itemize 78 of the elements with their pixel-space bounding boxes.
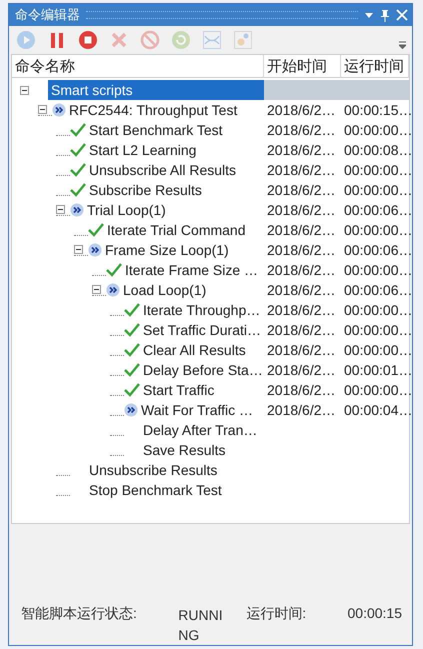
tree-item[interactable]: Subscribe Results bbox=[86, 180, 205, 200]
table-cell-text: 00:00:06… bbox=[343, 281, 412, 300]
chart-icon bbox=[202, 30, 222, 50]
delete-icon bbox=[110, 31, 128, 49]
column-header[interactable]: 命令名称 bbox=[12, 55, 264, 78]
refresh-icon bbox=[171, 30, 191, 50]
table-cell-text: 2018/6/2… bbox=[266, 201, 336, 220]
table-cell-text: 2018/6/2… bbox=[266, 381, 336, 400]
table-cell-text: 2018/6/2… bbox=[266, 221, 336, 240]
tree-item[interactable]: Start L2 Learning bbox=[86, 140, 200, 160]
cancel-icon bbox=[140, 30, 160, 50]
table-cell-text: 2018/6/2… bbox=[266, 141, 336, 160]
table-cell-text: 2018/6/2… bbox=[266, 101, 336, 120]
pin-icon[interactable] bbox=[380, 8, 390, 22]
table-cell-text: 00:00:06… bbox=[343, 201, 412, 220]
table-cell-text: 00:00:08… bbox=[343, 141, 412, 160]
collapse-icon[interactable] bbox=[56, 205, 65, 214]
table-cell-text: 2018/6/2… bbox=[266, 341, 336, 360]
tree-item[interactable]: Iterate Frame Size … bbox=[122, 260, 262, 280]
tree-item[interactable]: Stop Benchmark Test bbox=[86, 480, 225, 500]
table-cell-text: 2018/6/2… bbox=[266, 321, 336, 340]
table-cell-text: 00:00:15… bbox=[343, 101, 412, 120]
tree-item[interactable]: Start Traffic bbox=[140, 380, 218, 400]
table-cell-text: 2018/6/2… bbox=[266, 301, 336, 320]
title-bar-grip[interactable] bbox=[86, 11, 358, 19]
tree-item[interactable]: Load Loop(1) bbox=[120, 280, 210, 300]
collapse-icon[interactable] bbox=[20, 86, 29, 94]
tree-item[interactable]: Save Results bbox=[140, 440, 228, 460]
tree-item[interactable]: RFC2544: Throughput Test bbox=[66, 100, 240, 120]
tree-item[interactable]: Smart scripts bbox=[48, 80, 264, 100]
tree-item[interactable]: Wait For Traffic … bbox=[138, 400, 256, 420]
play-icon bbox=[16, 30, 36, 50]
table-cell-text: 00:00:00… bbox=[343, 381, 412, 400]
tree-item[interactable]: Frame Size Loop(1) bbox=[102, 240, 232, 260]
overflow-icon[interactable] bbox=[399, 41, 406, 49]
column-header[interactable]: 运行时间 bbox=[341, 55, 409, 78]
table-cell-text: 00:00:00… bbox=[343, 321, 412, 340]
table-cell-text: 00:00:06… bbox=[343, 241, 412, 260]
table-cell-text: 00:00:01… bbox=[343, 361, 412, 380]
dropdown-icon[interactable] bbox=[364, 10, 374, 20]
table-cell-text: 00:00:00… bbox=[343, 301, 412, 320]
tree-item[interactable]: Unsubscribe All Results bbox=[86, 160, 240, 180]
runtime-label: 运行时间: bbox=[246, 605, 306, 623]
collapse-icon[interactable] bbox=[92, 285, 101, 294]
table-cell-text: 00:00:00… bbox=[343, 161, 412, 180]
table-cell-text: 2018/6/2… bbox=[266, 401, 336, 420]
stop-icon bbox=[78, 30, 98, 50]
column-header[interactable]: 开始时间 bbox=[264, 55, 341, 78]
table-cell-text: 2018/6/2… bbox=[266, 261, 336, 280]
tree-item[interactable]: Set Traffic Durati… bbox=[140, 320, 264, 340]
runtime-value: 00:00:15 bbox=[348, 605, 402, 621]
table-cell-text: 00:00:00… bbox=[343, 121, 412, 140]
table-cell-text: 00:00:00… bbox=[343, 181, 412, 200]
tree-item[interactable]: Delay Before Sta… bbox=[140, 360, 266, 380]
table-cell-text: 2018/6/2… bbox=[266, 121, 336, 140]
tree-item[interactable]: Trial Loop(1) bbox=[84, 200, 169, 220]
collapse-icon[interactable] bbox=[74, 245, 83, 254]
table-cell-text: 2018/6/2… bbox=[266, 281, 336, 300]
stop-button[interactable] bbox=[77, 29, 99, 51]
close-icon[interactable] bbox=[396, 9, 408, 21]
collapse-icon[interactable] bbox=[38, 105, 47, 114]
tree-item[interactable]: Clear All Results bbox=[140, 340, 249, 360]
tree-item[interactable]: Iterate Trial Command bbox=[104, 220, 248, 240]
tree-item[interactable]: Iterate Throughp… bbox=[140, 300, 264, 320]
table-cell-text: 00:00:04… bbox=[343, 401, 412, 420]
table-cell-text: 00:00:00… bbox=[343, 221, 412, 240]
table-cell-text: 2018/6/2… bbox=[266, 241, 336, 260]
table-cell-text: 2018/6/2… bbox=[266, 161, 336, 180]
table-cell-text: 2018/6/2… bbox=[266, 361, 336, 380]
tree-item[interactable]: Delay After Tran… bbox=[140, 420, 260, 440]
window-title: 命令编辑器 bbox=[15, 6, 80, 24]
status-value: RUNNING bbox=[178, 606, 224, 645]
table-cell-text: 2018/6/2… bbox=[266, 181, 336, 200]
tree-item[interactable]: Start Benchmark Test bbox=[86, 120, 226, 140]
tree-item[interactable]: Unsubscribe Results bbox=[86, 460, 220, 480]
table-cell-text: 00:00:00… bbox=[343, 341, 412, 360]
table-cell-text: 00:00:00… bbox=[343, 261, 412, 280]
status-label: 智能脚本运行状态: bbox=[21, 605, 137, 623]
